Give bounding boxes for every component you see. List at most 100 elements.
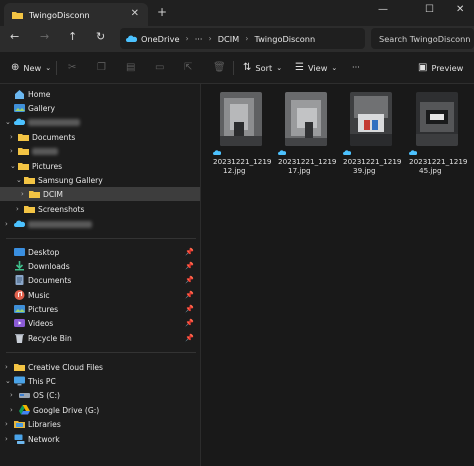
back-arrow-icon[interactable]: ← — [10, 30, 19, 43]
drive-icon — [19, 393, 30, 398]
sidebar-label-creative-cloud: Creative Cloud Files — [28, 362, 104, 372]
refresh-icon[interactable]: ↻ — [96, 30, 105, 43]
sidebar-item-documents[interactable]: Documents 📌 — [0, 273, 200, 287]
sidebar-item-pictures[interactable]: Pictures 📌 — [0, 302, 200, 316]
sidebar-item-recycle-bin[interactable]: Recycle Bin 📌 — [0, 331, 200, 345]
address-bar[interactable]: OneDrive › ··· › DCIM › TwingoDisconn — [120, 28, 365, 49]
sidebar-label-home: Home — [28, 89, 51, 99]
sidebar-label-pictures: Pictures — [32, 161, 63, 171]
up-arrow-icon[interactable]: ↑ — [68, 30, 77, 43]
sidebar-item-libraries[interactable]: › Libraries — [0, 417, 200, 431]
breadcrumb-dcim[interactable]: DCIM — [218, 34, 240, 44]
file-thumbnail[interactable] — [220, 92, 262, 146]
folder-icon — [29, 191, 40, 198]
close-window-button[interactable]: ✕ — [456, 4, 464, 15]
plus-circle-icon: ⊕ — [11, 62, 20, 73]
more-options-button[interactable]: ··· — [352, 62, 360, 72]
breadcrumb-onedrive[interactable]: OneDrive — [141, 34, 180, 44]
pin-icon[interactable]: 📌 — [185, 319, 194, 327]
navigation-pane: Home Gallery ⌄ › Documents › ⌄ Pictures … — [0, 84, 201, 466]
sidebar-item-creative-cloud[interactable]: › Creative Cloud Files — [0, 360, 200, 374]
sidebar-item-dcim[interactable]: › DCIM — [0, 187, 200, 201]
new-tab-button[interactable]: + — [157, 5, 167, 19]
chevron-right-icon: › — [5, 435, 8, 443]
chevron-down-icon: ⌄ — [276, 63, 283, 72]
delete-icon[interactable]: 🗑 — [213, 62, 230, 73]
sidebar-item-network[interactable]: › Network — [0, 432, 200, 446]
breadcrumb-more[interactable]: ··· — [195, 34, 203, 44]
sidebar-item-videos[interactable]: Videos 📌 — [0, 316, 200, 330]
sidebar-label-screenshots: Screenshots — [38, 204, 85, 214]
sidebar-item-music[interactable]: Music 📌 — [0, 288, 200, 302]
title-bar: TwingoDisconn ✕ + — ☐ ✕ — [0, 0, 474, 26]
chevron-right-icon: › — [21, 190, 24, 198]
pin-icon[interactable]: 📌 — [185, 334, 194, 342]
file-thumbnail[interactable] — [285, 92, 327, 146]
file-name-line1: 20231221_1219 — [343, 157, 402, 166]
chevron-right-icon: › — [5, 363, 8, 371]
pin-icon[interactable]: 📌 — [185, 248, 194, 256]
file-name-line2: 45.jpg — [419, 166, 442, 175]
file-thumbnail[interactable] — [416, 92, 458, 146]
sidebar-item-google-drive[interactable]: › Google Drive (G:) — [0, 403, 200, 417]
toolbar-divider — [56, 61, 57, 75]
sidebar-label-this-pc: This PC — [28, 376, 56, 386]
sidebar-item-gallery[interactable]: Gallery — [0, 101, 200, 115]
videos-icon — [14, 319, 25, 327]
copy-icon[interactable]: ❐ — [97, 62, 110, 73]
photo-thumbnail-2 — [285, 92, 327, 146]
sidebar-item-onedrive-account[interactable]: ⌄ — [0, 115, 200, 129]
preview-button[interactable]: ▣ Preview — [418, 62, 463, 73]
sidebar-item-onedrive-pictures[interactable]: ⌄ Pictures — [0, 159, 200, 173]
sidebar-item-samsung-gallery[interactable]: ⌄ Samsung Gallery — [0, 173, 200, 187]
breadcrumb-twingodisconn[interactable]: TwingoDisconn — [254, 34, 315, 44]
folder-icon — [18, 134, 29, 141]
file-name[interactable]: 20231221_1219 45.jpg — [409, 148, 469, 175]
rename-icon[interactable]: ▭ — [155, 62, 168, 73]
sidebar-item-os-c[interactable]: › OS (C:) — [0, 388, 200, 402]
chevron-right-icon: › — [185, 34, 189, 43]
file-name[interactable]: 20231221_1219 39.jpg — [343, 148, 403, 175]
sidebar-label-music: Music — [28, 290, 50, 300]
file-name[interactable]: 20231221_1219 12.jpg — [213, 148, 273, 175]
folder-icon — [24, 177, 35, 184]
sidebar-label-dcim: DCIM — [43, 189, 63, 199]
minimize-button[interactable]: — — [378, 4, 388, 15]
gallery-icon — [14, 104, 25, 112]
close-tab-icon[interactable]: ✕ — [131, 8, 139, 19]
sidebar-item-home[interactable]: Home — [0, 87, 200, 101]
chevron-right-icon: › — [208, 34, 212, 43]
maximize-button[interactable]: ☐ — [425, 4, 434, 15]
sidebar-item-this-pc[interactable]: ⌄ This PC — [0, 374, 200, 388]
view-button[interactable]: ☰ View ⌄ — [295, 62, 337, 73]
search-placeholder: Search TwingoDisconn — [379, 33, 471, 44]
pin-icon[interactable]: 📌 — [185, 262, 194, 270]
tab-twingodisconn[interactable]: TwingoDisconn ✕ — [4, 3, 148, 26]
new-button[interactable]: ⊕ New ⌄ — [11, 62, 51, 73]
forward-arrow-icon[interactable]: → — [40, 30, 49, 43]
pin-icon[interactable]: 📌 — [185, 305, 194, 313]
sidebar-label-downloads: Downloads — [28, 261, 70, 271]
photo-thumbnail-4 — [416, 92, 458, 146]
file-name[interactable]: 20231221_1219 17.jpg — [278, 148, 338, 175]
sidebar-item-onedrive-documents[interactable]: › Documents — [0, 130, 200, 144]
sidebar-label-libraries: Libraries — [28, 419, 61, 429]
cut-icon[interactable]: ✂ — [68, 62, 80, 73]
sidebar-item-screenshots[interactable]: › Screenshots — [0, 202, 200, 216]
file-thumbnail[interactable] — [350, 92, 392, 146]
cloud-sync-icon — [409, 150, 417, 155]
chevron-right-icon: › — [10, 406, 13, 414]
paste-icon[interactable]: ▤ — [126, 62, 139, 73]
sidebar-item-onedrive-account-2[interactable]: › — [0, 217, 200, 231]
share-icon[interactable]: ⇱ — [184, 62, 196, 73]
sort-button[interactable]: ⇅ Sort ⌄ — [243, 62, 282, 73]
sidebar-item-redacted-folder[interactable]: › — [0, 144, 200, 158]
search-input[interactable]: Search TwingoDisconn — [371, 28, 474, 49]
folder-icon — [24, 206, 35, 213]
toolbar-divider — [233, 61, 234, 75]
pin-icon[interactable]: 📌 — [185, 291, 194, 299]
pin-icon[interactable]: 📌 — [185, 276, 194, 284]
preview-label: Preview — [431, 62, 464, 73]
sidebar-item-downloads[interactable]: Downloads 📌 — [0, 259, 200, 273]
sidebar-item-desktop[interactable]: Desktop 📌 — [0, 245, 200, 259]
